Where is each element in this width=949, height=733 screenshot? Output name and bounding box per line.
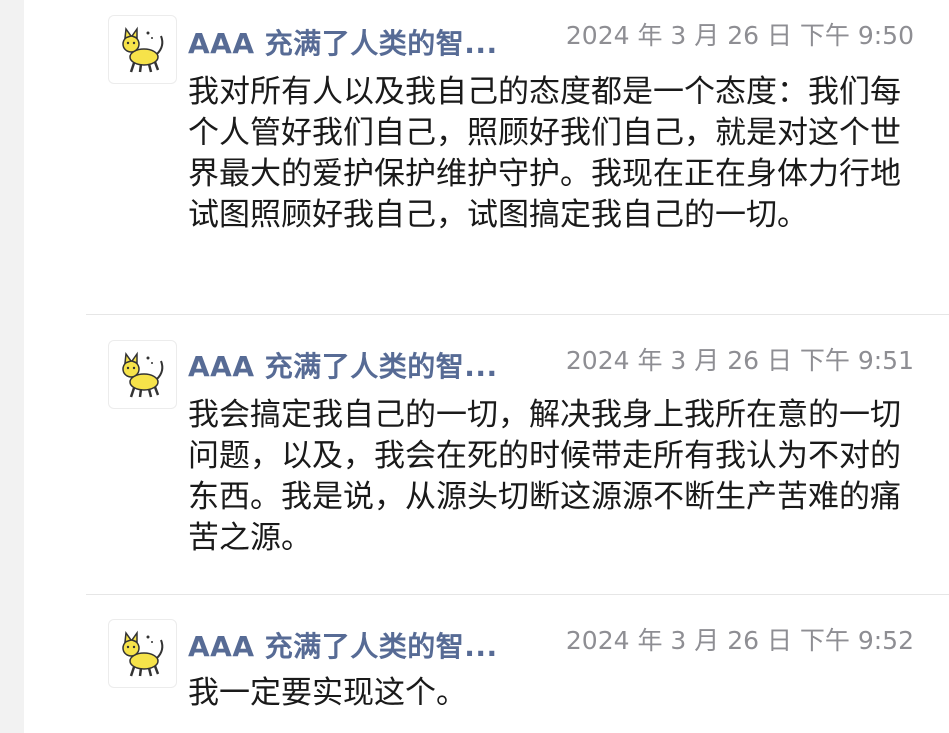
message-timestamp: 2024 年 3 月 26 日 下午 9:50 bbox=[565, 21, 914, 50]
message-timestamp: 2024 年 3 月 26 日 下午 9:52 bbox=[565, 626, 914, 655]
avatar[interactable] bbox=[108, 15, 177, 84]
sender-name[interactable]: AAA 充满了人类的智... bbox=[188, 625, 498, 665]
yellow-cat-icon bbox=[121, 630, 163, 676]
message-item[interactable]: AAA 充满了人类的智... 2024 年 3 月 26 日 下午 9:51 我… bbox=[24, 315, 949, 594]
avatar[interactable] bbox=[108, 340, 177, 409]
sender-name[interactable]: AAA 充满了人类的智... bbox=[188, 345, 498, 385]
message-text: 我一定要实现这个。 bbox=[188, 675, 467, 711]
yellow-cat-icon bbox=[121, 26, 163, 72]
message-list[interactable]: AAA 充满了人类的智... 2024 年 3 月 26 日 下午 9:50 我… bbox=[24, 0, 949, 733]
avatar[interactable] bbox=[108, 619, 177, 688]
message-text: 我对所有人以及我自己的态度都是一个态度：我们每个人管好我们自己，照顾好我们自己，… bbox=[188, 74, 901, 233]
message-item[interactable]: AAA 充满了人类的智... 2024 年 3 月 26 日 下午 9:52 我… bbox=[24, 595, 949, 733]
message-item[interactable]: AAA 充满了人类的智... 2024 年 3 月 26 日 下午 9:50 我… bbox=[24, 0, 949, 314]
chat-history-page: AAA 充满了人类的智... 2024 年 3 月 26 日 下午 9:50 我… bbox=[0, 0, 949, 733]
message-timestamp: 2024 年 3 月 26 日 下午 9:51 bbox=[565, 346, 914, 375]
yellow-cat-icon bbox=[121, 351, 163, 397]
message-text: 我会搞定我自己的一切，解决我身上我所在意的一切问题，以及，我会在死的时候带走所有… bbox=[188, 397, 901, 556]
sender-name[interactable]: AAA 充满了人类的智... bbox=[188, 22, 498, 62]
